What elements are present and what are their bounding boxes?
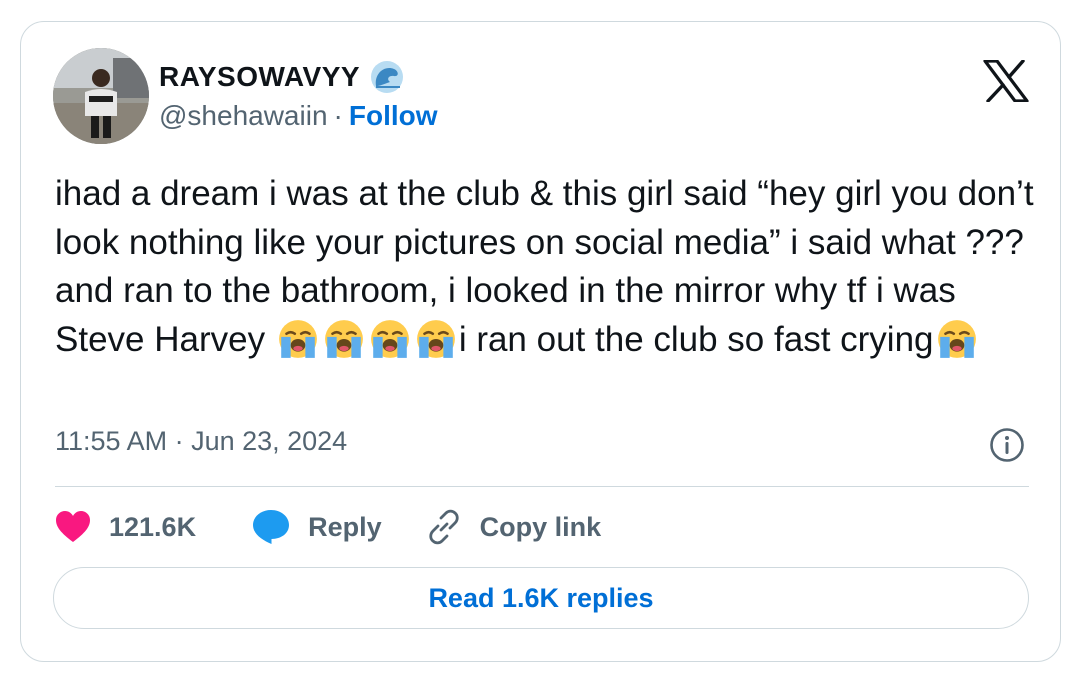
speech-bubble-icon (253, 510, 290, 544)
copy-link-button[interactable]: Copy link (426, 509, 602, 545)
tweet-card: RAYSOWAVYY @shehawaiin · Follow ihad a d… (20, 21, 1061, 662)
tweet-timestamp[interactable]: 11:55 AM · Jun 23, 2024 (55, 426, 347, 457)
x-logo-icon[interactable] (983, 59, 1029, 103)
loudly-crying-face-icon (936, 318, 978, 360)
action-bar: 121.6K Reply Copy link (55, 506, 601, 548)
like-count: 121.6K (109, 511, 197, 542)
avatar[interactable] (53, 48, 149, 144)
follow-link[interactable]: Follow (349, 100, 438, 132)
copy-link-label: Copy link (479, 511, 602, 542)
author-handle[interactable]: @shehawaiin (159, 100, 328, 132)
avatar-photo-icon (53, 48, 149, 144)
author-name-row: RAYSOWAVYY (159, 59, 404, 95)
author-display-name[interactable]: RAYSOWAVYY (159, 61, 360, 93)
separator-dot: · (333, 100, 343, 131)
read-replies-button[interactable]: Read 1.6K replies (53, 567, 1029, 629)
info-icon[interactable] (989, 427, 1025, 463)
divider (55, 486, 1029, 487)
reply-button[interactable]: Reply (252, 509, 382, 545)
loudly-crying-face-icon (415, 318, 457, 360)
loudly-crying-face-icon (369, 318, 411, 360)
water-wave-icon (370, 60, 404, 94)
loudly-crying-face-icon (277, 318, 319, 360)
heart-icon (56, 511, 90, 542)
author-handle-row: @shehawaiin · Follow (159, 100, 438, 132)
tweet-text: ihad a dream i was at the club & this gi… (55, 170, 1045, 364)
tweet-text-part: i ran out the club so fast crying (458, 319, 934, 359)
loudly-crying-face-icon (323, 318, 365, 360)
reply-label: Reply (308, 511, 382, 542)
link-icon (428, 509, 459, 545)
like-button[interactable]: 121.6K (55, 510, 196, 544)
